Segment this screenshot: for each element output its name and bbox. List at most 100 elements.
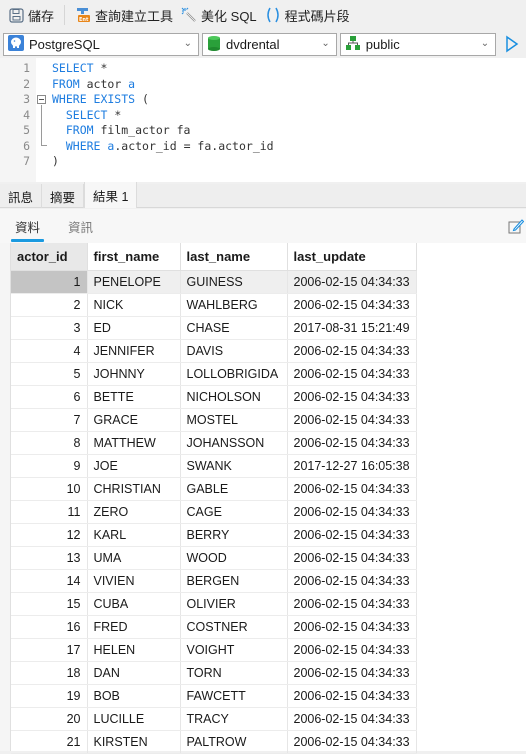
run-button[interactable] (505, 34, 523, 54)
code-line[interactable]: 7) (0, 154, 526, 170)
result-tab[interactable]: 訊息 (0, 184, 43, 208)
schema-select[interactable]: public ⌄ (339, 32, 497, 56)
cell-last-update[interactable]: 2006-02-15 04:34:33 (287, 684, 417, 708)
table-row[interactable]: 18 DAN TORN 2006-02-15 04:34:33 (11, 661, 417, 685)
column-header-first-name[interactable]: first_name (87, 243, 181, 271)
cell-last-name[interactable]: NICHOLSON (180, 385, 288, 409)
cell-last-name[interactable]: TORN (180, 661, 288, 685)
cell-last-update[interactable]: 2017-08-31 15:21:49 (287, 316, 417, 340)
cell-last-name[interactable]: WOOD (180, 546, 288, 570)
cell-last-update[interactable]: 2006-02-15 04:34:33 (287, 408, 417, 432)
cell-actor-id[interactable]: 14 (11, 569, 88, 593)
connection-select[interactable]: PostgreSQL ⌄ (3, 32, 200, 56)
beautify-sql-button[interactable]: 美化 SQL (177, 3, 261, 27)
cell-first-name[interactable]: CHRISTIAN (87, 477, 181, 501)
cell-actor-id[interactable]: 10 (11, 477, 88, 501)
cell-first-name[interactable]: JOE (87, 454, 181, 478)
cell-last-name[interactable]: LOLLOBRIGIDA (180, 362, 288, 386)
cell-last-update[interactable]: 2006-02-15 04:34:33 (287, 385, 417, 409)
cell-actor-id[interactable]: 5 (11, 362, 88, 386)
fold-toggle-icon[interactable] (37, 95, 46, 104)
code-line[interactable]: 4 SELECT * (0, 108, 526, 124)
cell-last-update[interactable]: 2006-02-15 04:34:33 (287, 546, 417, 570)
cell-last-name[interactable]: FAWCETT (180, 684, 288, 708)
table-row[interactable]: 19 BOB FAWCETT 2006-02-15 04:34:33 (11, 684, 417, 708)
cell-actor-id[interactable]: 17 (11, 638, 88, 662)
cell-first-name[interactable]: UMA (87, 546, 181, 570)
code-snippet-button[interactable]: 程式碼片段 (261, 3, 354, 27)
cell-first-name[interactable]: DAN (87, 661, 181, 685)
cell-last-name[interactable]: TRACY (180, 707, 288, 731)
sql-editor[interactable]: 1 SELECT * 2 FROM actor a 3 WHERE EXISTS (4 S… (0, 58, 526, 182)
cell-last-update[interactable]: 2006-02-15 04:34:33 (287, 569, 417, 593)
query-builder-button[interactable]: Ent 查詢建立工具 (71, 3, 177, 27)
table-row[interactable]: 4 JENNIFER DAVIS 2006-02-15 04:34:33 (11, 339, 417, 363)
cell-last-update[interactable]: 2006-02-15 04:34:33 (287, 362, 417, 386)
cell-actor-id[interactable]: 3 (11, 316, 88, 340)
subtab[interactable]: 資料 (11, 211, 45, 242)
cell-last-name[interactable]: BERRY (180, 523, 288, 547)
table-row[interactable]: 21 KIRSTEN PALTROW 2006-02-15 04:34:33 (11, 730, 417, 754)
cell-first-name[interactable]: BETTE (87, 385, 181, 409)
table-row[interactable]: 16 FRED COSTNER 2006-02-15 04:34:33 (11, 615, 417, 639)
cell-actor-id[interactable]: 11 (11, 500, 88, 524)
cell-actor-id[interactable]: 18 (11, 661, 88, 685)
cell-first-name[interactable]: MATTHEW (87, 431, 181, 455)
cell-last-name[interactable]: SWANK (180, 454, 288, 478)
result-tab[interactable]: 結果 1 (84, 182, 138, 208)
cell-first-name[interactable]: VIVIEN (87, 569, 181, 593)
cell-actor-id[interactable]: 16 (11, 615, 88, 639)
cell-first-name[interactable]: CUBA (87, 592, 181, 616)
cell-last-name[interactable]: CHASE (180, 316, 288, 340)
cell-first-name[interactable]: PENELOPE (87, 270, 181, 294)
cell-first-name[interactable]: ZERO (87, 500, 181, 524)
cell-actor-id[interactable]: 19 (11, 684, 88, 708)
table-row[interactable]: 11 ZERO CAGE 2006-02-15 04:34:33 (11, 500, 417, 524)
cell-last-update[interactable]: 2006-02-15 04:34:33 (287, 638, 417, 662)
cell-last-name[interactable]: CAGE (180, 500, 288, 524)
code-line[interactable]: 6 WHERE a.actor_id = fa.actor_id (0, 139, 526, 155)
cell-first-name[interactable]: KARL (87, 523, 181, 547)
result-tab[interactable]: 摘要 (42, 184, 85, 208)
cell-last-update[interactable]: 2006-02-15 04:34:33 (287, 523, 417, 547)
cell-last-update[interactable]: 2017-12-27 16:05:38 (287, 454, 417, 478)
cell-last-name[interactable]: VOIGHT (180, 638, 288, 662)
cell-first-name[interactable]: FRED (87, 615, 181, 639)
cell-last-update[interactable]: 2006-02-15 04:34:33 (287, 661, 417, 685)
cell-last-update[interactable]: 2006-02-15 04:34:33 (287, 293, 417, 317)
code-line[interactable]: 5 FROM film_actor fa (0, 123, 526, 139)
cell-actor-id[interactable]: 1 (11, 270, 88, 294)
cell-last-name[interactable]: BERGEN (180, 569, 288, 593)
table-row[interactable]: 5 JOHNNY LOLLOBRIGIDA 2006-02-15 04:34:33 (11, 362, 417, 386)
cell-last-update[interactable]: 2006-02-15 04:34:33 (287, 500, 417, 524)
code-line[interactable]: 2 FROM actor a (0, 77, 526, 93)
table-row[interactable]: 2 NICK WAHLBERG 2006-02-15 04:34:33 (11, 293, 417, 317)
table-row[interactable]: 15 CUBA OLIVIER 2006-02-15 04:34:33 (11, 592, 417, 616)
cell-first-name[interactable]: KIRSTEN (87, 730, 181, 754)
cell-last-name[interactable]: GUINESS (180, 270, 288, 294)
cell-last-update[interactable]: 2006-02-15 04:34:33 (287, 339, 417, 363)
subtab[interactable]: 資訊 (64, 211, 97, 242)
cell-last-name[interactable]: OLIVIER (180, 592, 288, 616)
table-row[interactable]: 6 BETTE NICHOLSON 2006-02-15 04:34:33 (11, 385, 417, 409)
cell-actor-id[interactable]: 13 (11, 546, 88, 570)
database-select[interactable]: dvdrental ⌄ (202, 32, 337, 56)
cell-last-update[interactable]: 2006-02-15 04:34:33 (287, 707, 417, 731)
table-row[interactable]: 17 HELEN VOIGHT 2006-02-15 04:34:33 (11, 638, 417, 662)
edit-icon[interactable] (508, 218, 525, 237)
cell-first-name[interactable]: HELEN (87, 638, 181, 662)
cell-last-update[interactable]: 2006-02-15 04:34:33 (287, 477, 417, 501)
cell-actor-id[interactable]: 12 (11, 523, 88, 547)
cell-first-name[interactable]: BOB (87, 684, 181, 708)
cell-actor-id[interactable]: 4 (11, 339, 88, 363)
cell-actor-id[interactable]: 8 (11, 431, 88, 455)
cell-actor-id[interactable]: 9 (11, 454, 88, 478)
cell-first-name[interactable]: JOHNNY (87, 362, 181, 386)
cell-last-name[interactable]: COSTNER (180, 615, 288, 639)
cell-last-name[interactable]: GABLE (180, 477, 288, 501)
cell-actor-id[interactable]: 6 (11, 385, 88, 409)
table-row[interactable]: 7 GRACE MOSTEL 2006-02-15 04:34:33 (11, 408, 417, 432)
table-row[interactable]: 14 VIVIEN BERGEN 2006-02-15 04:34:33 (11, 569, 417, 593)
column-header-actor-id[interactable]: actor_id (11, 243, 88, 271)
cell-first-name[interactable]: ED (87, 316, 181, 340)
